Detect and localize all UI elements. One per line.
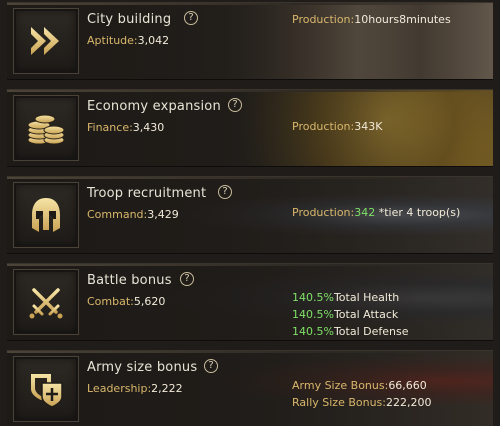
production-line: Production:10hours8minutes	[292, 13, 451, 26]
card-title: Troop recruitment	[87, 186, 207, 201]
stat-value: 2,222	[151, 382, 183, 395]
city-building-card[interactable]: City building ? Aptitude:3,042 Productio…	[7, 2, 493, 80]
production-suffix: *tier 4 troop(s)	[375, 206, 461, 219]
economy-expansion-card[interactable]: Economy expansion ? Finance:3,430 Produc…	[7, 89, 493, 167]
stat-value: 3,042	[137, 34, 170, 47]
bonus-value: 140.5%	[292, 291, 334, 304]
economy-icon-frame	[13, 95, 79, 161]
stat-line: Command:3,429	[87, 208, 179, 221]
army-size-label: Army Size Bonus:	[292, 379, 389, 392]
bonus-label: Total Attack	[333, 308, 399, 321]
stat-line: Finance:3,430	[87, 121, 164, 134]
stat-line: Leadership:2,222	[87, 382, 183, 395]
spartan-helmet-icon	[32, 198, 60, 232]
rally-size-label: Rally Size Bonus:	[292, 396, 386, 409]
card-title: City building	[87, 12, 172, 27]
army-size-bonus-card[interactable]: Army size bonus ? Leadership:2,222 Army …	[7, 350, 493, 426]
stat-label: Aptitude:	[87, 34, 138, 47]
card-title: Battle bonus	[87, 273, 172, 288]
crossed-swords-icon	[29, 288, 63, 319]
production-label: Production:	[292, 120, 355, 133]
production-value: 343K	[354, 120, 383, 133]
production-label: Production:	[292, 206, 355, 219]
army-size-line: Army Size Bonus:66,660	[292, 379, 427, 392]
help-icon[interactable]: ?	[228, 98, 242, 112]
army-icon-frame	[13, 356, 79, 422]
stat-value: 5,620	[133, 295, 166, 308]
rally-size-line: Rally Size Bonus:222,200	[292, 396, 432, 409]
card-title: Economy expansion	[87, 99, 221, 114]
stat-value: 3,430	[132, 121, 165, 134]
stat-label: Finance:	[87, 121, 133, 134]
card-title: Army size bonus	[87, 360, 198, 375]
stat-line: Aptitude:3,042	[87, 34, 169, 47]
coins-background	[7, 90, 493, 166]
troop-icon-frame	[13, 182, 79, 248]
production-value: 10hours8minutes	[354, 13, 451, 26]
city-building-icon-frame	[13, 8, 79, 74]
bonus-label: Total Health	[333, 291, 400, 304]
stat-label: Leadership:	[87, 382, 152, 395]
gold-coins-icon	[27, 114, 65, 145]
cavalry-background	[7, 264, 493, 340]
production-value: 342	[354, 206, 376, 219]
help-icon[interactable]: ?	[184, 11, 198, 25]
shield-banner-icon	[31, 374, 63, 408]
bonus-value: 140.5%	[292, 325, 334, 338]
help-icon[interactable]: ?	[180, 272, 194, 286]
stat-label: Combat:	[87, 295, 134, 308]
stat-line: Combat:5,620	[87, 295, 165, 308]
bonus-attack-line: 140.5%Total Attack	[292, 308, 398, 321]
production-label: Production:	[292, 13, 355, 26]
stat-label: Command:	[87, 208, 148, 221]
help-icon[interactable]: ?	[218, 185, 232, 199]
stat-value: 3,429	[147, 208, 179, 221]
fast-forward-icon	[31, 27, 59, 55]
bonus-health-line: 140.5%Total Health	[292, 291, 399, 304]
bonus-value: 140.5%	[292, 308, 334, 321]
production-line: Production:343K	[292, 120, 382, 133]
rally-size-value: 222,200	[386, 396, 432, 409]
bonus-defense-line: 140.5%Total Defense	[292, 325, 409, 338]
troop-recruitment-card[interactable]: Troop recruitment ? Command:3,429 Produc…	[7, 176, 493, 254]
bonus-label: Total Defense	[333, 325, 409, 338]
battle-bonus-card[interactable]: Battle bonus ? Combat:5,620 140.5%Total …	[7, 263, 493, 341]
production-line: Production:342 *tier 4 troop(s)	[292, 206, 460, 219]
army-size-value: 66,660	[388, 379, 427, 392]
battle-icon-frame	[13, 269, 79, 335]
help-icon[interactable]: ?	[204, 359, 218, 373]
